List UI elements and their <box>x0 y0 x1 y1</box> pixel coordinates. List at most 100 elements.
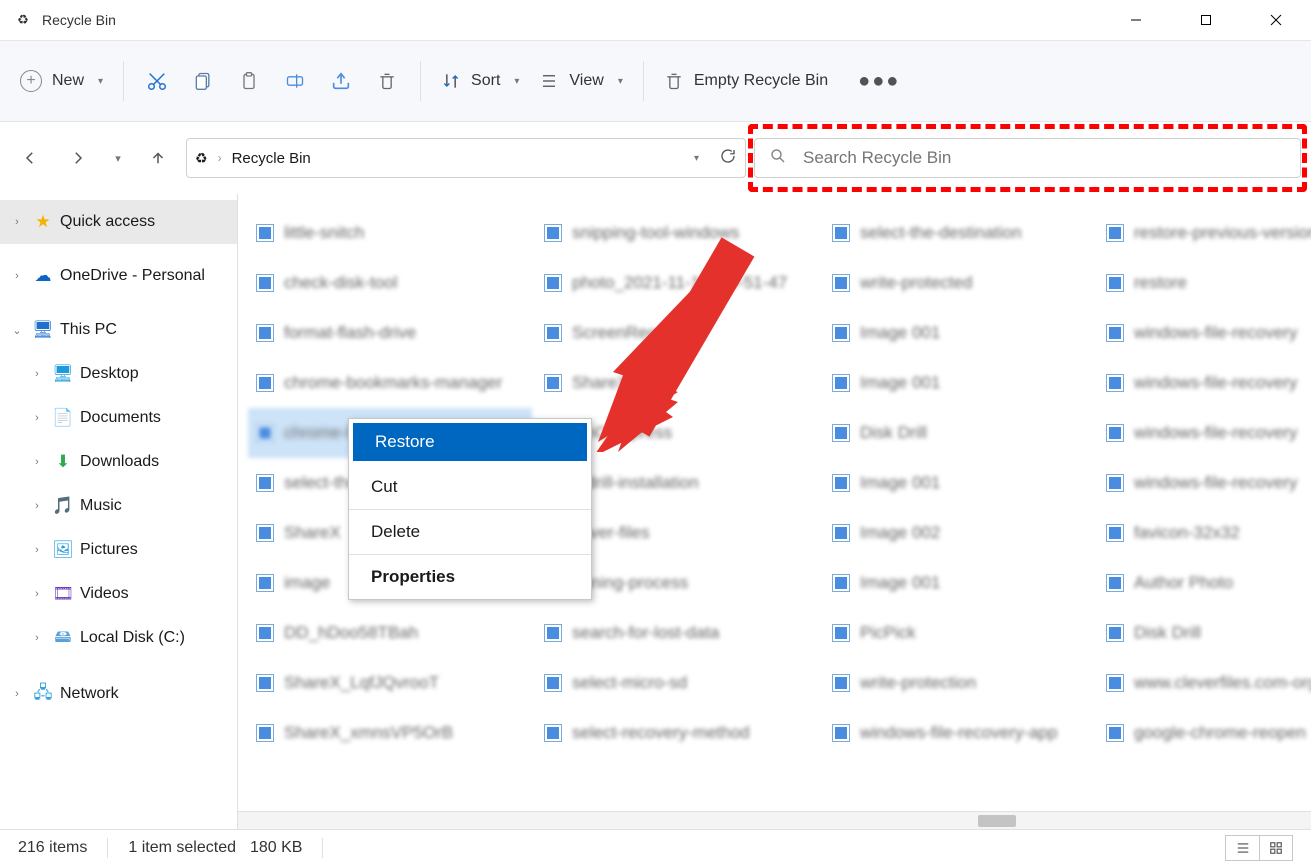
file-item[interactable]: windows-file-recovery <box>1098 458 1311 508</box>
recent-locations-button[interactable]: ▾ <box>106 138 130 178</box>
file-item[interactable]: Image 001 <box>824 458 1108 508</box>
file-icon <box>256 624 274 642</box>
file-item[interactable]: DD_hDoo58TBah <box>248 608 532 658</box>
file-item[interactable]: snipping-tool-windows <box>536 208 820 258</box>
more-button[interactable]: ●●● <box>848 58 910 104</box>
sidebar-item-downloads[interactable]: › ⬇ Downloads <box>0 440 237 484</box>
sidebar-item-this-pc[interactable]: ⌄ 🖥 This PC <box>0 308 237 352</box>
sidebar-item-documents[interactable]: › 📄 Documents <box>0 396 237 440</box>
file-icon <box>832 224 850 242</box>
file-item[interactable]: windows-file-recovery <box>1098 408 1311 458</box>
file-item[interactable]: windows-file-recovery-app <box>824 708 1108 758</box>
file-name: snipping-tool-windows <box>572 223 739 243</box>
file-item[interactable]: search-for-lost-data <box>536 608 820 658</box>
separator <box>322 838 323 858</box>
status-bar: 216 items 1 item selected 180 KB <box>0 829 1311 865</box>
file-item[interactable]: check-disk-tool <box>248 258 532 308</box>
back-button[interactable] <box>10 138 50 178</box>
new-button[interactable]: + New ▾ <box>10 58 113 104</box>
address-bar[interactable]: ♻ › Recycle Bin ▾ <box>186 138 746 178</box>
sidebar-item-quick-access[interactable]: › ★ Quick access <box>0 200 237 244</box>
file-icon <box>832 524 850 542</box>
file-item[interactable]: www.cleverfiles.com-org <box>1098 658 1311 708</box>
paste-button[interactable] <box>226 58 272 104</box>
context-menu-cut[interactable]: Cut <box>349 465 591 509</box>
file-name: format-flash-drive <box>284 323 416 343</box>
file-name: ShareX <box>284 523 341 543</box>
file-item[interactable]: select-micro-sd <box>536 658 820 708</box>
horizontal-scrollbar[interactable] <box>238 811 1311 829</box>
sidebar-item-music[interactable]: › 🎵 Music <box>0 484 237 528</box>
chevron-down-icon[interactable]: ▾ <box>694 153 699 164</box>
file-item[interactable]: Image 001 <box>824 308 1108 358</box>
file-icon <box>832 274 850 292</box>
file-list-area[interactable]: little-snitchcheck-disk-tool format-flash… <box>238 194 1311 829</box>
file-icon <box>256 524 274 542</box>
details-view-button[interactable] <box>1225 835 1259 861</box>
file-name: restore <box>1134 273 1187 293</box>
file-item[interactable]: Image 001 <box>824 558 1108 608</box>
file-item[interactable]: restore-previous-version <box>1098 208 1311 258</box>
file-item[interactable]: ScreenRec <box>536 308 820 358</box>
forward-button[interactable] <box>58 138 98 178</box>
file-item[interactable]: select-the-destination <box>824 208 1108 258</box>
sidebar-item-desktop[interactable]: › 🖥 Desktop <box>0 352 237 396</box>
file-item[interactable]: format-flash-drive <box>248 308 532 358</box>
sidebar-item-local-disk[interactable]: › 🖴 Local Disk (C:) <box>0 616 237 660</box>
file-item[interactable]: Image 001 <box>824 358 1108 408</box>
file-icon <box>1106 724 1124 742</box>
sidebar-item-pictures[interactable]: › 🖼 Pictures <box>0 528 237 572</box>
empty-label: Empty Recycle Bin <box>694 72 828 90</box>
sidebar-item-label: Pictures <box>80 541 138 559</box>
file-item[interactable]: restore <box>1098 258 1311 308</box>
context-menu-item-label: Cut <box>371 477 397 497</box>
refresh-button[interactable] <box>719 147 737 169</box>
file-item[interactable]: ShareX_LqfJQvrooT <box>248 658 532 708</box>
search-box[interactable] <box>754 138 1301 178</box>
delete-button[interactable] <box>364 58 410 104</box>
file-item[interactable]: little-snitch <box>248 208 532 258</box>
file-item[interactable]: windows-file-recovery <box>1098 358 1311 408</box>
search-input[interactable] <box>801 147 1286 169</box>
file-item[interactable]: ShareX <box>536 358 820 408</box>
scrollbar-thumb[interactable] <box>978 815 1016 827</box>
thumbnails-view-button[interactable] <box>1259 835 1293 861</box>
context-menu-restore[interactable]: Restore <box>353 423 587 461</box>
file-item[interactable]: write-protection <box>824 658 1108 708</box>
file-item[interactable]: select-recovery-method <box>536 708 820 758</box>
minimize-button[interactable] <box>1101 0 1171 40</box>
file-item[interactable]: Image 002 <box>824 508 1108 558</box>
cut-button[interactable] <box>134 58 180 104</box>
empty-recycle-bin-button[interactable]: Empty Recycle Bin <box>654 58 838 104</box>
maximize-button[interactable] <box>1171 0 1241 40</box>
sidebar-item-onedrive[interactable]: › ☁ OneDrive - Personal <box>0 254 237 298</box>
context-menu-properties[interactable]: Properties <box>349 555 591 599</box>
file-item[interactable]: photo_2021-11-1__10-51-47 <box>536 258 820 308</box>
file-item[interactable]: Disk Drill <box>1098 608 1311 658</box>
file-item[interactable]: favicon-32x32 <box>1098 508 1311 558</box>
file-item[interactable]: windows-file-recovery <box>1098 308 1311 358</box>
file-item[interactable]: Disk Drill <box>824 408 1108 458</box>
file-item[interactable]: Author Photo <box>1098 558 1311 608</box>
file-icon <box>256 474 274 492</box>
file-item[interactable]: PicPick <box>824 608 1108 658</box>
file-name: Image 001 <box>860 573 940 593</box>
sort-button[interactable]: Sort ▾ <box>431 58 529 104</box>
downloads-icon: ⬇ <box>52 452 74 472</box>
file-item[interactable]: ShareX_xmnsVP5OrB <box>248 708 532 758</box>
view-button[interactable]: View ▾ <box>529 58 632 104</box>
breadcrumb[interactable]: Recycle Bin <box>232 150 311 167</box>
copy-button[interactable] <box>180 58 226 104</box>
file-item[interactable]: google-chrome-reopen <box>1098 708 1311 758</box>
sidebar-item-videos[interactable]: › 🎞 Videos <box>0 572 237 616</box>
file-name: write-protection <box>860 673 976 693</box>
rename-button[interactable] <box>272 58 318 104</box>
context-menu-delete[interactable]: Delete <box>349 510 591 554</box>
file-item[interactable]: write-protected <box>824 258 1108 308</box>
sidebar-item-network[interactable]: › 🖧 Network <box>0 672 237 716</box>
share-button[interactable] <box>318 58 364 104</box>
file-item[interactable]: chrome-bookmarks-manager <box>248 358 532 408</box>
up-button[interactable] <box>138 138 178 178</box>
nav-row: ▾ ♻ › Recycle Bin ▾ <box>0 122 1311 194</box>
close-button[interactable] <box>1241 0 1311 40</box>
